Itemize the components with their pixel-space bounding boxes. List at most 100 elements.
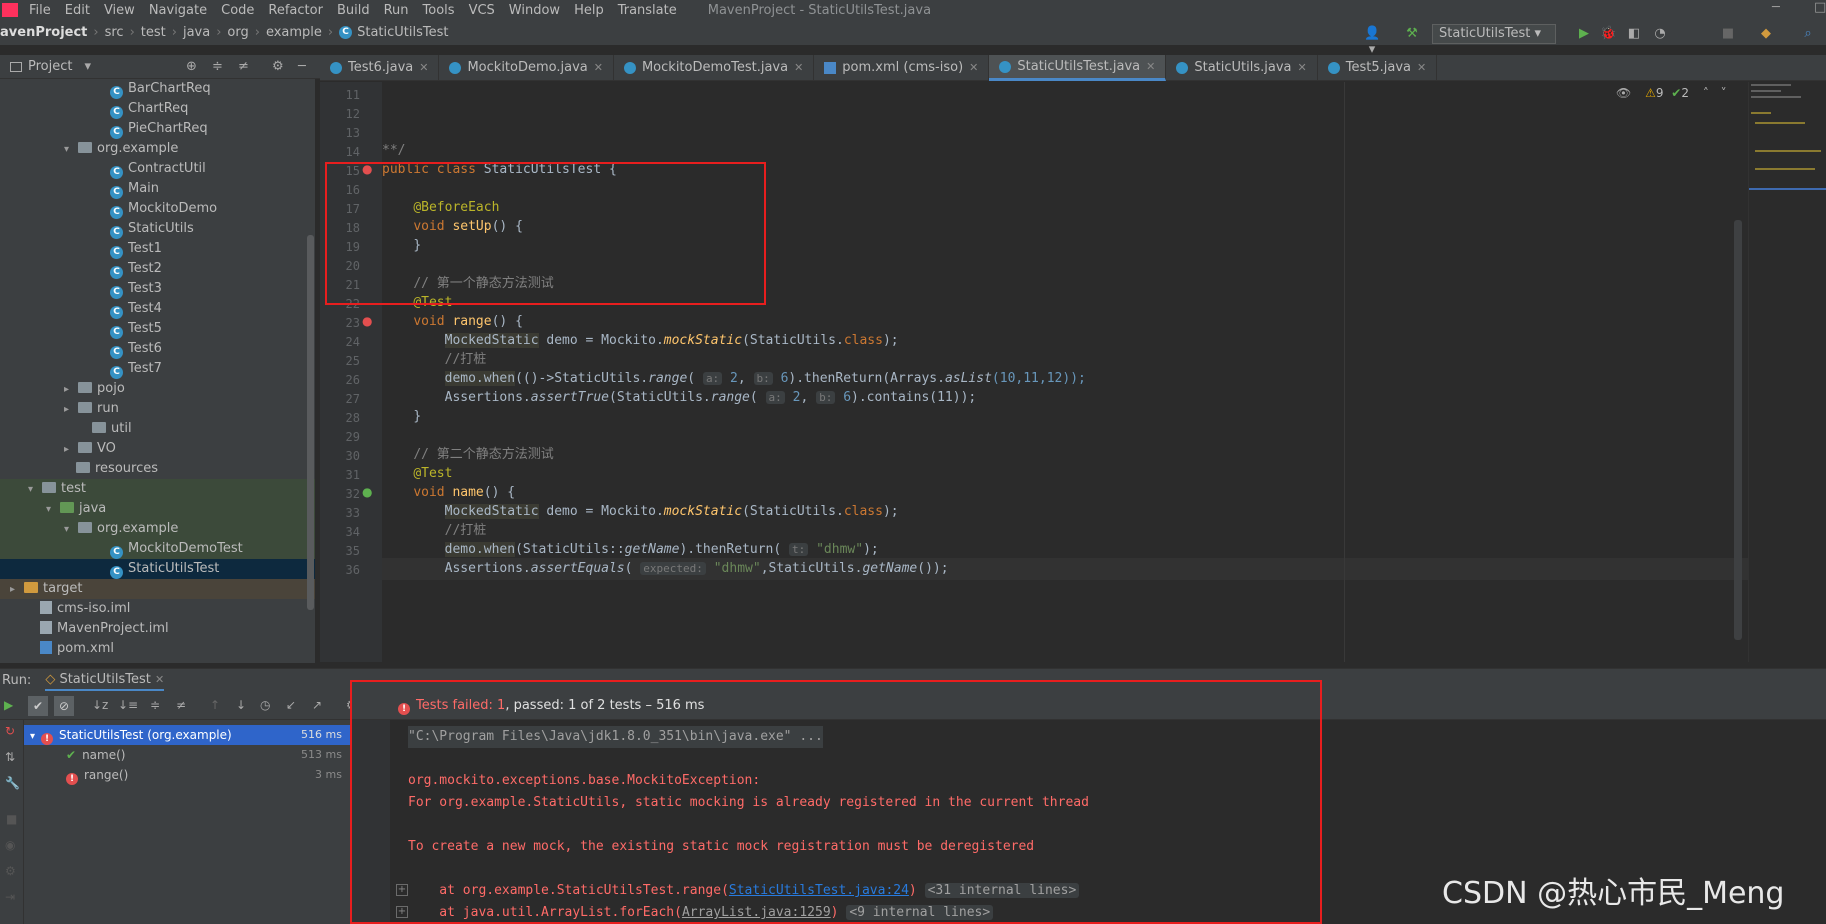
inspection-widget[interactable]: 👁 ⚠9 ✔2 ˄ ˅ xyxy=(1616,86,1727,100)
menu-tools[interactable]: Tools xyxy=(416,3,462,18)
stop-icon[interactable]: ■ xyxy=(6,812,17,826)
stop-icon[interactable]: ■ xyxy=(1720,26,1736,42)
wrench-icon[interactable]: 🔧 xyxy=(5,776,20,790)
tree-item[interactable]: C StaticUtilsTest xyxy=(0,559,315,579)
breadcrumb-project[interactable]: avenProject xyxy=(0,25,87,40)
close-icon[interactable]: ✕ xyxy=(1146,54,1155,80)
show-ignored-icon[interactable]: ⊘ xyxy=(54,696,74,716)
collapse-all-icon[interactable]: ≠ xyxy=(176,698,186,712)
debug-icon[interactable]: 🐞 xyxy=(1600,26,1616,42)
collapse-all-icon[interactable]: ≠ xyxy=(238,59,249,74)
project-tree-scrollbar[interactable] xyxy=(307,235,314,610)
chevron-down-icon[interactable]: ▾ xyxy=(64,520,78,540)
run-config-select[interactable]: StaticUtilsTest ▾ xyxy=(1432,24,1556,44)
breadcrumb-test[interactable]: test xyxy=(141,25,166,40)
editor-tab[interactable]: Test6.java ✕ xyxy=(320,55,440,81)
export-icon[interactable]: ↗ xyxy=(312,698,322,712)
settings-icon[interactable]: ◆ xyxy=(1758,26,1774,42)
coverage-icon[interactable]: ◧ xyxy=(1626,26,1642,42)
tree-item[interactable]: ▸ run xyxy=(0,399,315,419)
maximize-icon[interactable]: □ xyxy=(1814,0,1826,15)
tree-item[interactable]: util xyxy=(0,419,315,439)
close-icon[interactable]: ✕ xyxy=(794,55,803,81)
editor-tab[interactable]: StaticUtilsTest.java ✕ xyxy=(989,54,1167,81)
gear-icon[interactable]: ⚙ xyxy=(272,59,284,74)
menu-edit[interactable]: Edit xyxy=(58,3,97,18)
tree-item[interactable]: ▾ org.example xyxy=(0,519,315,539)
breadcrumb-org[interactable]: org xyxy=(227,25,248,40)
tree-item[interactable]: ▾ test xyxy=(0,479,315,499)
prev-failed-icon[interactable]: ↑ xyxy=(210,698,220,712)
tree-item[interactable]: C Test4 xyxy=(0,299,315,319)
menu-build[interactable]: Build xyxy=(330,3,377,18)
code-line[interactable]: } xyxy=(382,406,421,428)
test-node[interactable]: ▾! StaticUtilsTest (org.example) 516 ms xyxy=(24,725,350,745)
test-node[interactable]: ✔ name() 513 ms xyxy=(24,745,350,765)
rerun-icon[interactable]: ▶ xyxy=(4,698,13,712)
settings-icon[interactable]: ⚙ xyxy=(5,864,16,878)
menu-translate[interactable]: Translate xyxy=(611,3,684,18)
editor-tab[interactable]: Test5.java ✕ xyxy=(1318,55,1438,81)
tree-item[interactable]: cms-iso.iml xyxy=(0,599,315,619)
tree-item[interactable]: C ChartReq xyxy=(0,99,315,119)
menu-view[interactable]: View xyxy=(97,3,142,18)
tree-item[interactable]: ▸ target xyxy=(0,579,315,599)
tree-item[interactable]: resources xyxy=(0,459,315,479)
breadcrumb-example[interactable]: example xyxy=(266,25,322,40)
breadcrumb-file[interactable]: StaticUtilsTest xyxy=(357,25,448,40)
camera-icon[interactable]: ◉ xyxy=(5,838,15,852)
run-test-icon[interactable]: ● xyxy=(362,485,372,499)
import-icon[interactable]: ↙ xyxy=(286,698,296,712)
tree-item[interactable]: C Main xyxy=(0,179,315,199)
tree-item[interactable]: C Test1 xyxy=(0,239,315,259)
editor-tab[interactable]: StaticUtils.java ✕ xyxy=(1166,55,1318,81)
run-tab[interactable]: ◇ StaticUtilsTest ✕ xyxy=(45,670,165,691)
chevron-right-icon[interactable]: ▸ xyxy=(64,380,78,400)
sort-alpha-icon[interactable]: ↓z xyxy=(92,698,108,712)
toggle-icon[interactable]: ⇅ xyxy=(5,750,15,764)
tree-item[interactable]: pom.xml xyxy=(0,639,315,659)
editor-tab[interactable]: MockitoDemo.java ✕ xyxy=(439,55,614,81)
chevron-down-icon[interactable]: ▾ xyxy=(64,140,78,160)
sort-duration-icon[interactable]: ↓≡ xyxy=(118,698,138,712)
minimap[interactable] xyxy=(1748,82,1826,662)
menu-vcs[interactable]: VCS xyxy=(462,3,502,18)
tree-item[interactable]: ▾ java xyxy=(0,499,315,519)
tree-item[interactable]: C Test3 xyxy=(0,279,315,299)
search-icon[interactable]: ⌕ xyxy=(1800,26,1816,42)
breadcrumb-src[interactable]: src xyxy=(105,25,124,40)
tree-item[interactable]: MavenProject.iml xyxy=(0,619,315,639)
expand-all-icon[interactable]: ≑ xyxy=(150,698,160,712)
tree-item[interactable]: ▸ VO xyxy=(0,439,315,459)
editor-scrollbar[interactable] xyxy=(1734,220,1742,640)
menu-refactor[interactable]: Refactor xyxy=(261,3,330,18)
show-passed-icon[interactable]: ✔ xyxy=(28,696,48,716)
menu-navigate[interactable]: Navigate xyxy=(142,3,214,18)
menu-file[interactable]: File xyxy=(22,3,58,18)
chevron-down-icon[interactable]: ˅ xyxy=(1721,86,1727,100)
menu-window[interactable]: Window xyxy=(502,3,567,18)
tree-item[interactable]: C ContractUtil xyxy=(0,159,315,179)
editor-tab[interactable]: MockitoDemoTest.java ✕ xyxy=(614,55,815,81)
menu-code[interactable]: Code xyxy=(214,3,261,18)
tree-item[interactable]: C Test7 xyxy=(0,359,315,379)
close-icon[interactable]: ✕ xyxy=(1298,55,1307,81)
test-node[interactable]: ! range() 3 ms xyxy=(24,765,350,785)
next-failed-icon[interactable]: ↓ xyxy=(236,698,246,712)
tree-item[interactable]: ▸ pojo xyxy=(0,379,315,399)
run-icon[interactable]: ▶ xyxy=(1576,26,1592,42)
code-line[interactable]: Assertions.assertTrue(StaticUtils.range(… xyxy=(382,387,977,409)
close-icon[interactable]: ✕ xyxy=(419,55,428,81)
close-icon[interactable]: ✕ xyxy=(594,55,603,81)
chevron-down-icon[interactable]: ▾ xyxy=(84,59,91,74)
chevron-up-icon[interactable]: ˄ xyxy=(1703,86,1709,100)
tree-item[interactable]: C MockitoDemoTest xyxy=(0,539,315,559)
tree-item[interactable]: C Test6 xyxy=(0,339,315,359)
chevron-down-icon[interactable]: ▾ xyxy=(46,500,60,520)
tree-item[interactable]: C Test5 xyxy=(0,319,315,339)
tree-item[interactable]: C PieChartReq xyxy=(0,119,315,139)
menu-help[interactable]: Help xyxy=(567,3,611,18)
reader-mode-icon[interactable]: 👁 xyxy=(1616,86,1631,100)
exit-icon[interactable]: ⇥ xyxy=(5,890,15,904)
chevron-down-icon[interactable]: ▾ xyxy=(30,731,35,742)
